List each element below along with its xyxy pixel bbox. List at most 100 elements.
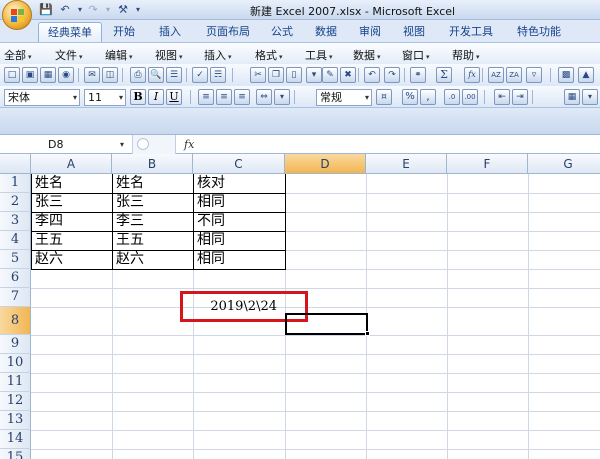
open-icon[interactable]: ▣ [22, 67, 38, 83]
customize-qat-icon[interactable]: ▾ [130, 2, 146, 17]
formula-input[interactable] [200, 136, 598, 153]
underline-button[interactable]: U [166, 89, 182, 105]
menu-edit[interactable]: 编辑 ▾ [105, 47, 133, 63]
row-header-1[interactable]: 1 [0, 174, 31, 193]
filter-icon[interactable]: ▿ [526, 67, 542, 83]
row-header-5[interactable]: 5 [0, 250, 31, 269]
undo-icon[interactable]: ↶ [364, 67, 380, 83]
redo-dropdown-icon[interactable]: ▾ [100, 2, 116, 17]
row-header-12[interactable]: 12 [0, 392, 31, 411]
new-icon[interactable]: □ [4, 67, 20, 83]
autosum-icon[interactable]: Σ [436, 67, 452, 83]
cell-c2[interactable]: 相同 [194, 193, 284, 212]
insert-function-icon[interactable]: fx [464, 67, 480, 83]
pdf-icon[interactable]: ◫ [102, 67, 118, 83]
row-header-15[interactable]: 15 [0, 449, 31, 459]
row-header-6[interactable]: 6 [0, 269, 31, 288]
cell-c4[interactable]: 相同 [194, 231, 284, 250]
decrease-indent-icon[interactable]: ⇤ [494, 89, 510, 105]
print-preview-icon[interactable]: 🔍 [148, 67, 164, 83]
sort-descending-icon[interactable]: ZA [506, 67, 522, 83]
clear-icon[interactable]: ✖ [340, 67, 356, 83]
row-header-10[interactable]: 10 [0, 354, 31, 373]
active-cell-d8[interactable] [285, 313, 368, 335]
row-header-9[interactable]: 9 [0, 335, 31, 354]
cell-a2[interactable]: 张三 [32, 193, 112, 212]
cut-icon[interactable]: ✂ [250, 67, 266, 83]
cell-a5[interactable]: 赵六 [32, 250, 112, 269]
menu-view[interactable]: 视图 ▾ [155, 47, 183, 63]
research-icon[interactable]: ☴ [210, 67, 226, 83]
formula-bar-splitter[interactable] [132, 135, 176, 154]
cell-b2[interactable]: 张三 [113, 193, 193, 212]
column-header-g[interactable]: G [528, 154, 600, 174]
tab-formulas[interactable]: 公式 [262, 22, 302, 42]
spelling-icon[interactable]: ✓ [192, 67, 208, 83]
cell-c5[interactable]: 相同 [194, 250, 284, 269]
borders-dropdown-icon[interactable]: ▾ [582, 89, 598, 105]
save-icon[interactable]: ▦ [40, 67, 56, 83]
font-size-select[interactable]: 11 ▾ [84, 89, 126, 106]
tab-insert[interactable]: 插入 [150, 22, 190, 42]
increase-decimal-icon[interactable]: .0 [444, 89, 460, 105]
currency-icon[interactable]: ¤ [376, 89, 392, 105]
tab-home[interactable]: 开始 [104, 22, 144, 42]
column-header-c[interactable]: C [193, 154, 285, 174]
cell-c1[interactable]: 核对 [194, 174, 284, 193]
cell-a1[interactable]: 姓名 [32, 174, 112, 193]
menu-tools[interactable]: 工具 ▾ [305, 47, 333, 63]
decrease-decimal-icon[interactable]: .00 [462, 89, 478, 105]
paste-dropdown-icon[interactable]: ▾ [306, 67, 322, 83]
fill-handle[interactable] [365, 331, 370, 336]
row-header-4[interactable]: 4 [0, 231, 31, 250]
format-painter-icon[interactable]: ✎ [322, 67, 338, 83]
redo-icon[interactable]: ↷ [85, 2, 101, 17]
redo-icon[interactable]: ↷ [384, 67, 400, 83]
column-header-d[interactable]: D [285, 154, 366, 174]
cell-b3[interactable]: 李三 [113, 212, 193, 231]
cell-c3[interactable]: 不同 [194, 212, 284, 231]
web-preview-icon[interactable]: ☰ [166, 67, 182, 83]
merge-center-icon[interactable]: ⇔ [256, 89, 272, 105]
number-format-select[interactable]: 常规 ▾ [316, 89, 372, 106]
worksheet-grid[interactable]: A B C D E F G 1 2 3 4 5 6 7 8 9 10 11 12… [0, 154, 600, 459]
print-icon[interactable]: ⎙ [130, 67, 146, 83]
comma-button[interactable]: , [420, 89, 436, 105]
borders-icon[interactable]: ▦ [564, 89, 580, 105]
merge-dropdown-icon[interactable]: ▾ [274, 89, 290, 105]
increase-indent-icon[interactable]: ⇥ [512, 89, 528, 105]
tab-review[interactable]: 审阅 [350, 22, 390, 42]
menu-insert[interactable]: 插入 ▾ [204, 47, 232, 63]
row-header-11[interactable]: 11 [0, 373, 31, 392]
font-name-select[interactable]: 宋体 ▾ [4, 89, 80, 106]
tab-classic-menu[interactable]: 经典菜单 [38, 22, 102, 43]
sort-ascending-icon[interactable]: AZ [488, 67, 504, 83]
row-header-3[interactable]: 3 [0, 212, 31, 231]
menu-format[interactable]: 格式 ▾ [255, 47, 283, 63]
percent-button[interactable]: % [402, 89, 418, 105]
email-icon[interactable]: ✉ [84, 67, 100, 83]
bold-button[interactable]: B [130, 89, 146, 105]
cell-b4[interactable]: 王五 [113, 231, 193, 250]
align-left-icon[interactable]: ≡ [198, 89, 214, 105]
tab-view[interactable]: 视图 [394, 22, 434, 42]
menu-window[interactable]: 窗口 ▾ [402, 47, 430, 63]
select-all-button[interactable] [0, 154, 31, 174]
save-icon[interactable]: 💾 [38, 2, 54, 17]
hyperlink-icon[interactable]: ⚭ [410, 67, 426, 83]
tab-special-features[interactable]: 特色功能 [508, 22, 570, 42]
tab-developer[interactable]: 开发工具 [440, 22, 502, 42]
insert-function-icon[interactable]: fx [184, 136, 194, 153]
column-header-f[interactable]: F [447, 154, 528, 174]
align-right-icon[interactable]: ≡ [234, 89, 250, 105]
permission-icon[interactable]: ◉ [58, 67, 74, 83]
paste-icon[interactable]: ▯ [286, 67, 302, 83]
row-header-14[interactable]: 14 [0, 430, 31, 449]
column-header-a[interactable]: A [31, 154, 112, 174]
tab-data[interactable]: 数据 [306, 22, 346, 42]
cell-a4[interactable]: 王五 [32, 231, 112, 250]
chevron-down-icon[interactable]: ▾ [120, 136, 124, 153]
undo-icon[interactable]: ↶ [57, 2, 73, 17]
menu-file[interactable]: 文件 ▾ [55, 47, 83, 63]
tools-icon[interactable]: ⚒ [115, 2, 131, 17]
